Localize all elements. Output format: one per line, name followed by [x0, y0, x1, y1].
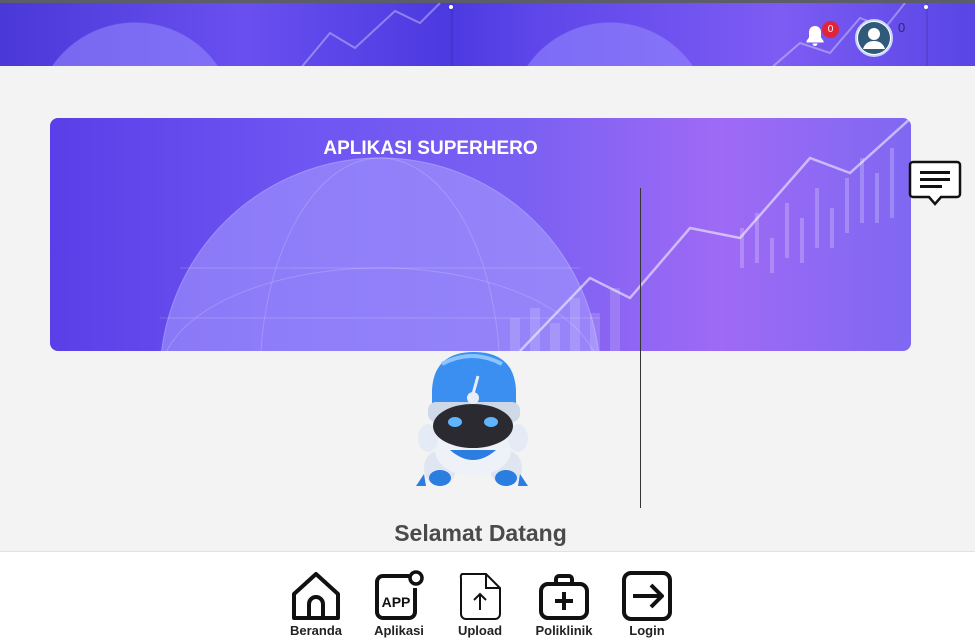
notification-badge: 0 [822, 21, 839, 38]
bottom-navigation: Beranda APP Aplikasi Upload Poliklinik L… [0, 551, 975, 642]
user-count: 0 [898, 20, 906, 35]
upload-icon [459, 573, 501, 620]
hero-banner: APLIKASI SUPERHERO [50, 118, 911, 351]
welcome-text: Selamat Datang [394, 520, 567, 546]
nav-poliklinik[interactable]: Poliklinik [522, 570, 606, 638]
home-icon [292, 572, 340, 620]
user-avatar[interactable] [855, 19, 893, 57]
svg-text:APP: APP [382, 594, 411, 610]
medical-kit-icon [539, 574, 589, 620]
welcome-heading: Selamat Datang [0, 520, 975, 547]
nav-beranda[interactable]: Beranda [274, 570, 358, 638]
divider-line [640, 188, 641, 508]
login-icon [622, 571, 672, 621]
nav-label-login: Login [629, 623, 665, 638]
nav-label-poliklinik: Poliklinik [535, 623, 593, 638]
user-avatar-icon [858, 22, 890, 54]
nav-label-upload: Upload [457, 623, 503, 638]
app-icon: APP [375, 570, 424, 620]
banner-title: APLIKASI SUPERHERO [50, 138, 911, 160]
nav-aplikasi[interactable]: APP Aplikasi [357, 570, 441, 638]
nav-label-beranda: Beranda [289, 623, 343, 638]
nav-login[interactable]: Login [605, 570, 689, 638]
nav-upload[interactable]: Upload [438, 570, 522, 638]
top-header: 0 0 [0, 0, 975, 66]
robot-mascot [416, 352, 528, 486]
message-icon[interactable] [908, 159, 962, 213]
banner-title-text: APLIKASI SUPERHERO [323, 138, 538, 159]
nav-label-aplikasi: Aplikasi [374, 623, 424, 638]
